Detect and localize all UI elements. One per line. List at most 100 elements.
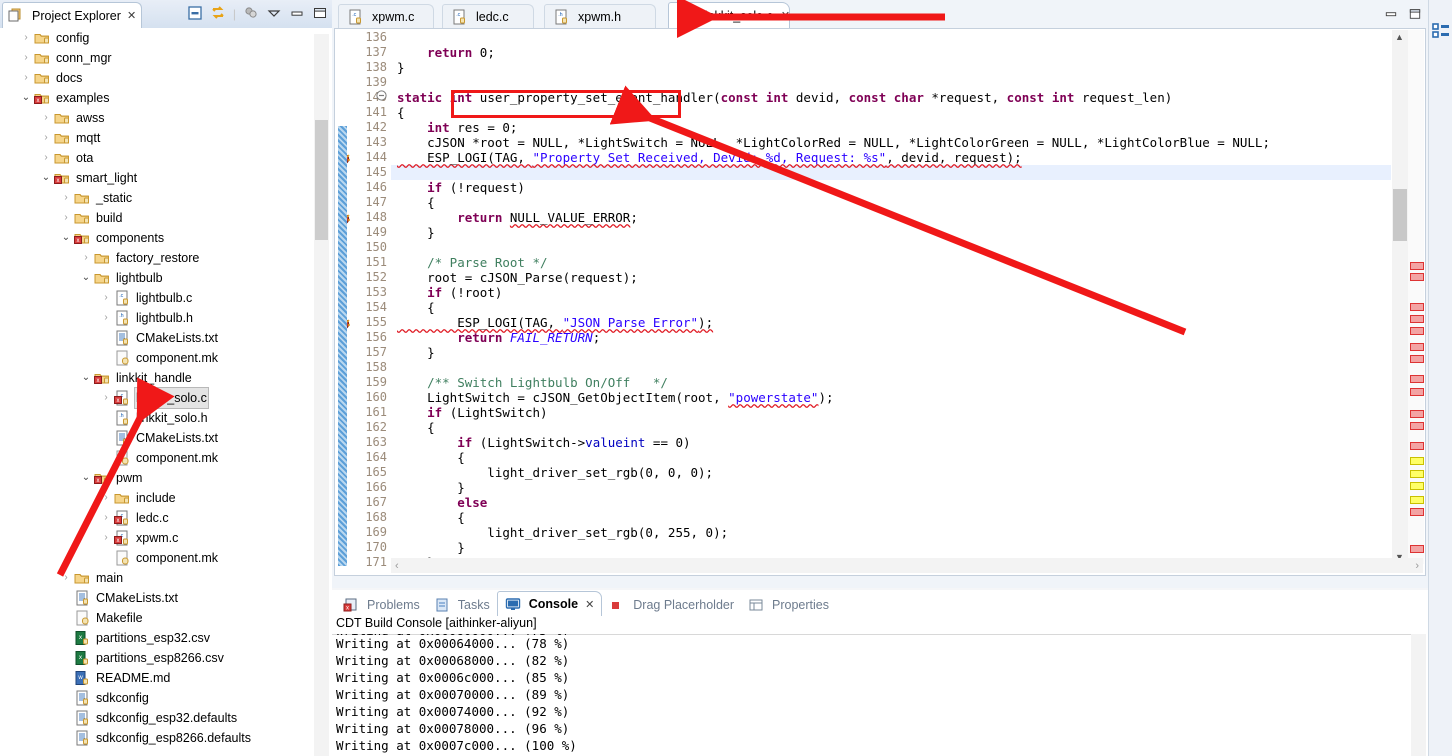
tree-item[interactable]: CMakeLists.txt xyxy=(0,428,318,448)
chevron-right-icon[interactable]: › xyxy=(18,48,34,68)
tree-item[interactable]: › config xyxy=(0,28,318,48)
code-line[interactable] xyxy=(397,360,1391,375)
chevron-down-icon[interactable]: ⌄ xyxy=(78,368,94,388)
console-tab-problems[interactable]: x Problems xyxy=(336,594,427,616)
project-explorer-scrollbar-thumb[interactable] xyxy=(315,120,328,240)
tree-item[interactable]: › .c x ledc.c xyxy=(0,508,318,528)
overview-error-marker[interactable] xyxy=(1410,355,1424,363)
code-line[interactable]: LightSwitch = cJSON_GetObjectItem(root, … xyxy=(397,390,1391,405)
code-fold-toggle-icon[interactable] xyxy=(376,90,387,105)
code-line[interactable]: } xyxy=(397,540,1391,555)
editor-overview-ruler[interactable] xyxy=(1407,30,1424,564)
maximize-icon[interactable] xyxy=(312,5,328,24)
perspective-icon[interactable] xyxy=(1432,22,1450,43)
close-icon[interactable]: ✕ xyxy=(781,9,790,22)
console-output[interactable]: Writing at 0x00060000... (75 %)Writing a… xyxy=(336,634,1410,756)
code-line[interactable]: { xyxy=(397,420,1391,435)
close-icon[interactable]: ✕ xyxy=(127,9,136,22)
tree-item[interactable]: component.mk xyxy=(0,348,318,368)
project-tree[interactable]: › config › conn_mgr › docs ⌄ x examples › awss › mqt… xyxy=(0,28,318,756)
overview-warning-marker[interactable] xyxy=(1410,496,1424,504)
code-line[interactable]: return 0; xyxy=(397,45,1391,60)
chevron-right-icon[interactable]: › xyxy=(98,528,114,548)
code-line[interactable]: if (!request) xyxy=(397,180,1391,195)
tree-item-selected[interactable]: › .c x linkkit_solo.c xyxy=(0,387,318,409)
chevron-right-icon[interactable]: › xyxy=(58,188,74,208)
console-tab-tasks[interactable]: Tasks xyxy=(427,594,497,616)
code-line[interactable]: if (LightSwitch->valueint == 0) xyxy=(397,435,1391,450)
code-line[interactable]: else xyxy=(397,495,1391,510)
overview-error-marker[interactable] xyxy=(1410,262,1424,270)
code-line[interactable] xyxy=(397,75,1391,90)
overview-warning-marker[interactable] xyxy=(1410,482,1424,490)
code-line[interactable]: return NULL_VALUE_ERROR; xyxy=(397,210,1391,225)
tree-item[interactable]: sdkconfig_esp32.defaults xyxy=(0,708,318,728)
tree-item[interactable]: › .h lightbulb.h xyxy=(0,308,318,328)
overview-error-marker[interactable] xyxy=(1410,343,1424,351)
tree-item[interactable]: › _static xyxy=(0,188,318,208)
tree-item[interactable]: ⌄ x pwm xyxy=(0,468,318,488)
chevron-right-icon[interactable]: › xyxy=(38,148,54,168)
editor-tab-xpwm-c[interactable]: .c xpwm.c xyxy=(338,4,434,28)
tree-item[interactable]: › main xyxy=(0,568,318,588)
code-line[interactable]: } xyxy=(397,225,1391,240)
console-scrollbar[interactable] xyxy=(1411,634,1426,756)
tree-item[interactable]: component.mk xyxy=(0,448,318,468)
code-line[interactable]: { xyxy=(397,450,1391,465)
code-line[interactable]: ESP_LOGI(TAG, "Property Set Received, De… xyxy=(397,150,1391,165)
collapse-all-icon[interactable] xyxy=(187,5,203,24)
tree-item[interactable]: x partitions_esp8266.csv xyxy=(0,648,318,668)
code-line[interactable]: ESP_LOGI(TAG, "JSON Parse Error"); xyxy=(397,315,1391,330)
code-line[interactable]: int res = 0; xyxy=(397,120,1391,135)
editor-tab-linkkit_solo-c[interactable]: .c x linkkit_solo.c ✕ xyxy=(668,2,790,28)
tree-item[interactable]: sdkconfig xyxy=(0,688,318,708)
overview-error-marker[interactable] xyxy=(1410,327,1424,335)
tree-item[interactable]: › .c x xpwm.c xyxy=(0,528,318,548)
tree-item[interactable]: › mqtt xyxy=(0,128,318,148)
scroll-right-icon[interactable]: › xyxy=(1415,560,1419,572)
console-tab-console[interactable]: Console ✕ xyxy=(496,591,603,616)
code-line[interactable]: if (!root) xyxy=(397,285,1391,300)
overview-warning-marker[interactable] xyxy=(1410,470,1424,478)
code-line[interactable]: } xyxy=(397,480,1391,495)
code-line[interactable]: { xyxy=(397,195,1391,210)
editor-vertical-scrollbar[interactable]: ▲ ▼ xyxy=(1392,30,1408,564)
tree-item[interactable]: .h linkkit_solo.h xyxy=(0,408,318,428)
chevron-right-icon[interactable]: › xyxy=(98,508,114,528)
chevron-right-icon[interactable]: › xyxy=(18,28,34,48)
chevron-down-icon[interactable]: ⌄ xyxy=(78,268,94,288)
tree-item[interactable]: Makefile xyxy=(0,608,318,628)
overview-error-marker[interactable] xyxy=(1410,545,1424,553)
code-line[interactable]: /** Switch Lightbulb On/Off */ xyxy=(397,375,1391,390)
tree-item[interactable]: ⌄ x examples xyxy=(0,88,318,108)
code-line[interactable]: { xyxy=(397,510,1391,525)
chevron-right-icon[interactable]: › xyxy=(98,288,114,308)
overview-error-marker[interactable] xyxy=(1410,303,1424,311)
chevron-right-icon[interactable]: › xyxy=(38,128,54,148)
editor-horizontal-scrollbar[interactable]: ‹ › xyxy=(391,558,1423,573)
code-line[interactable] xyxy=(397,165,1391,180)
editor-scrollbar-thumb[interactable] xyxy=(1393,189,1407,241)
link-with-editor-icon[interactable] xyxy=(210,5,226,24)
minimize-icon[interactable] xyxy=(289,5,305,24)
tree-item[interactable]: ⌄ x smart_light xyxy=(0,168,318,188)
console-tab-properties[interactable]: Properties xyxy=(741,594,836,616)
chevron-down-icon[interactable]: ⌄ xyxy=(58,228,74,248)
chevron-right-icon[interactable]: › xyxy=(98,388,114,408)
close-icon[interactable]: ✕ xyxy=(585,598,594,611)
tree-item[interactable]: › include xyxy=(0,488,318,508)
editor-tab-xpwm-h[interactable]: .h xpwm.h xyxy=(544,4,656,28)
tree-item[interactable]: sdkconfig_esp8266.defaults xyxy=(0,728,318,748)
overview-warning-marker[interactable] xyxy=(1410,457,1424,465)
code-line[interactable] xyxy=(397,240,1391,255)
minimize-icon[interactable] xyxy=(1384,8,1398,23)
chevron-right-icon[interactable]: › xyxy=(18,68,34,88)
tree-item[interactable]: CMakeLists.txt xyxy=(0,588,318,608)
chevron-down-icon[interactable]: ⌄ xyxy=(38,168,54,188)
tree-item[interactable]: › .c lightbulb.c xyxy=(0,288,318,308)
code-line[interactable]: if (LightSwitch) xyxy=(397,405,1391,420)
chevron-down-icon[interactable]: ⌄ xyxy=(78,468,94,488)
editor-tab-ledc-c[interactable]: .c ledc.c xyxy=(442,4,534,28)
view-menu-icon[interactable] xyxy=(266,5,282,24)
tree-item[interactable]: ⌄ x linkkit_handle xyxy=(0,368,318,388)
